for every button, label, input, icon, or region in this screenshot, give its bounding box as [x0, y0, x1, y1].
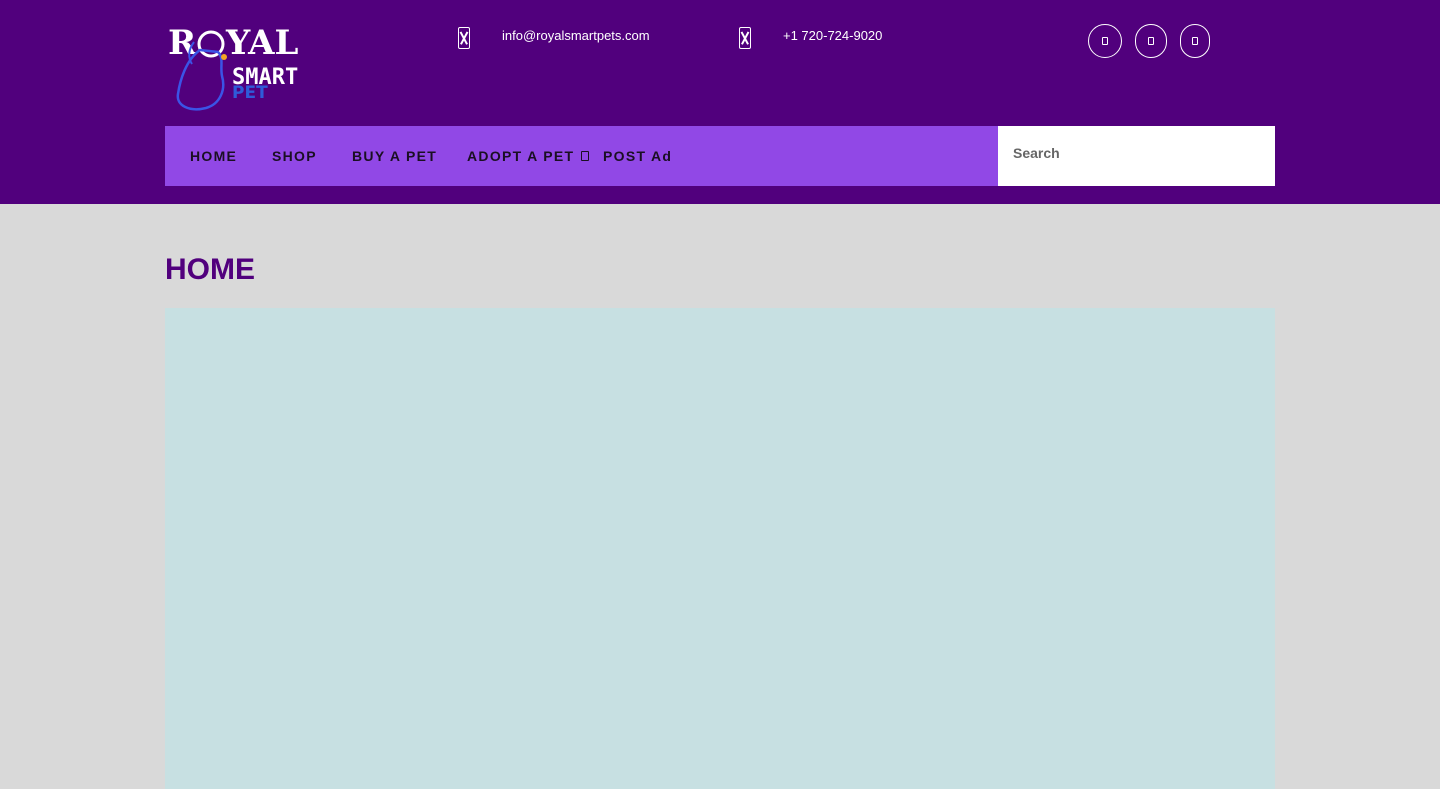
nav-home[interactable]: HOME [190, 126, 237, 186]
instagram-icon [1192, 37, 1198, 45]
hero-banner [165, 308, 1275, 789]
site-logo[interactable]: R YAL SMART PET [166, 20, 320, 112]
facebook-button[interactable] [1088, 24, 1122, 58]
twitter-button[interactable] [1135, 24, 1167, 58]
envelope-icon [458, 27, 470, 49]
instagram-button[interactable] [1180, 24, 1210, 58]
page-title: HOME [165, 253, 255, 286]
nav-adopt-a-pet[interactable]: ADOPT A PET [467, 126, 574, 186]
email-link[interactable]: info@royalsmartpets.com [502, 28, 650, 43]
royal-smart-pet-logo: R YAL SMART PET [168, 23, 298, 111]
phone-contact[interactable]: +1 720-724-9020 [739, 26, 882, 50]
chevron-down-icon[interactable] [581, 151, 589, 161]
nav-post-ad[interactable]: POST Ad [603, 126, 672, 186]
main-navigation: HOME SHOP BUY A PET ADOPT A PET POST Ad [165, 126, 998, 186]
site-header: R YAL SMART PET info@royalsmartpets.com … [0, 0, 1440, 204]
nav-shop[interactable]: SHOP [272, 126, 317, 186]
search-input[interactable] [1013, 126, 1263, 180]
phone-link[interactable]: +1 720-724-9020 [783, 28, 882, 43]
email-contact[interactable]: info@royalsmartpets.com [458, 26, 650, 50]
phone-icon [739, 27, 751, 49]
twitter-icon [1148, 37, 1154, 45]
nav-buy-a-pet[interactable]: BUY A PET [352, 126, 437, 186]
search-box [998, 126, 1275, 186]
facebook-icon [1102, 37, 1108, 45]
svg-text:PET: PET [232, 83, 268, 103]
svg-text:YAL: YAL [225, 23, 298, 63]
